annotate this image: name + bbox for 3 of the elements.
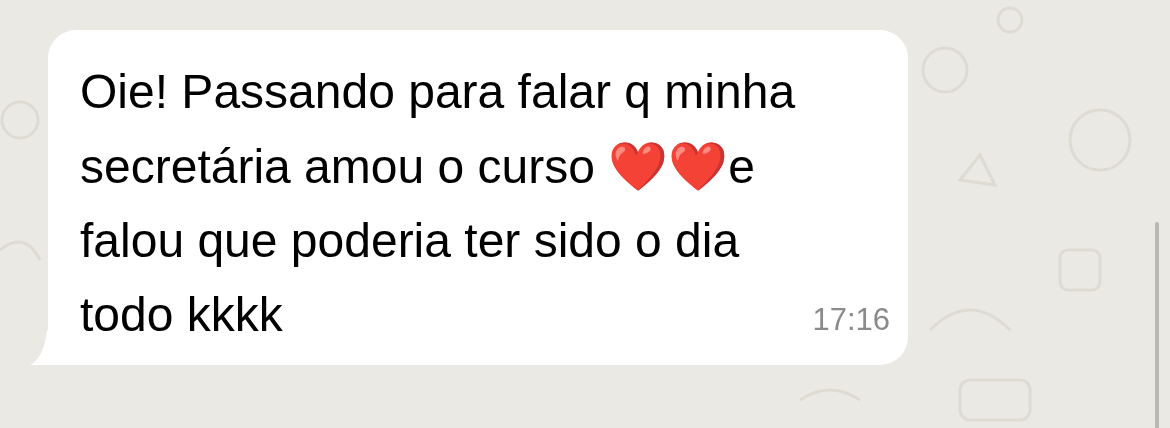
message-text: Oie! Passando para falar q minha secretária amou o curso ❤❤e falou que poderia ter sido o dia todo kkkk [80,64,797,343]
timestamp: 17:16 [812,300,890,339]
scrollbar[interactable] [1155,222,1159,428]
